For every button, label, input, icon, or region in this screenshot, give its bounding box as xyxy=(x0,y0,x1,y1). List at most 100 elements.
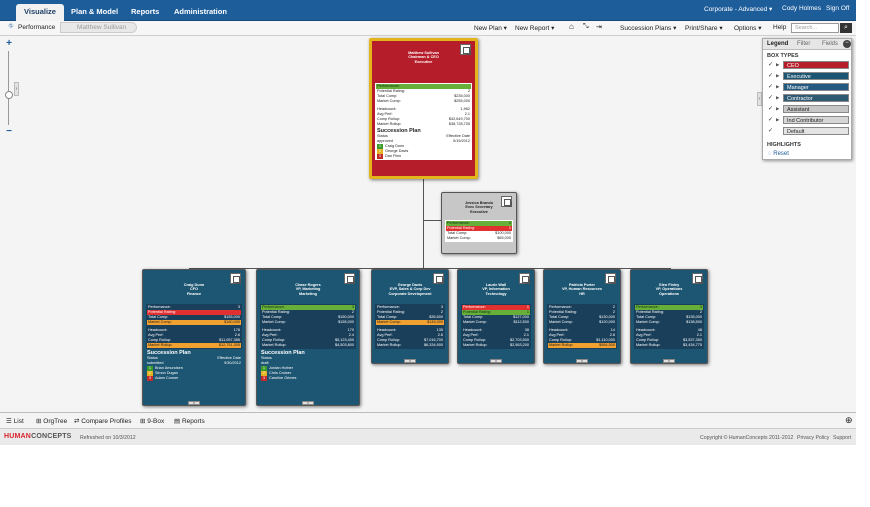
expand-arrow-icon[interactable]: ▶ xyxy=(776,73,779,79)
copyright-text: Copyright © HumanConcepts 2011-2012 xyxy=(700,435,794,441)
checkbox-icon[interactable]: ✓ xyxy=(768,61,773,68)
expand-arrow-icon[interactable]: ▶ xyxy=(776,106,779,112)
metric-row: Market Comp: $255,000 xyxy=(376,99,471,104)
tab-fields[interactable]: Fields xyxy=(822,41,838,47)
legend-item[interactable]: ✓ Default xyxy=(763,126,851,137)
org-card-executive[interactable]: George Davis EVP, Sales & Corp Dev Corpora… xyxy=(371,269,449,364)
org-chart-canvas[interactable]: + − › › Matthew Sullivan Chairman & CEO … xyxy=(0,36,856,412)
expand-arrow-icon[interactable]: ▶ xyxy=(776,117,779,123)
expand-children-icon[interactable]: ▾ xyxy=(490,359,502,363)
checkbox-icon[interactable]: ✓ xyxy=(768,116,773,123)
home-icon[interactable]: ⌂ xyxy=(569,22,574,31)
card-metrics: Performance: 2 Potential Rating: 2 Total Com… xyxy=(547,304,617,349)
tab-administration[interactable]: Administration xyxy=(166,4,235,21)
metric-value: $255,000 xyxy=(454,99,470,103)
card-menu-icon[interactable] xyxy=(460,44,471,55)
tab-plan-model[interactable]: Plan & Model xyxy=(63,4,126,21)
org-card-assistant[interactable]: Jessica Brando Exec Secretary Executive … xyxy=(441,192,517,254)
list-view-button[interactable]: ☰ List xyxy=(6,417,24,425)
legend-item[interactable]: ✓ ▶ Assistant xyxy=(763,104,851,115)
card-menu-icon[interactable] xyxy=(519,273,530,284)
expand-arrow-icon[interactable]: ▶ xyxy=(776,62,779,68)
close-icon[interactable]: − xyxy=(843,40,851,48)
compare-profiles-button[interactable]: ⇄ Compare Profiles xyxy=(74,417,131,425)
help-link[interactable]: Help xyxy=(773,24,786,31)
candidate-row[interactable]: 3 Adam Conner xyxy=(146,376,242,381)
search-input[interactable]: Search... xyxy=(791,23,839,33)
user-name-link[interactable]: Cody Holmes xyxy=(782,5,821,12)
add-view-icon[interactable]: ⊕ xyxy=(845,415,853,426)
succession-plans-menu[interactable]: Succession Plans ▾ xyxy=(620,24,676,32)
tab-filter[interactable]: Filter xyxy=(797,41,810,47)
print-share-menu[interactable]: Print/Share ▾ xyxy=(685,24,723,32)
reset-button[interactable]: ◌ Reset xyxy=(763,149,851,159)
legend-item[interactable]: ✓ ▶ CEO xyxy=(763,60,851,71)
card-menu-icon[interactable] xyxy=(344,273,355,284)
card-menu-icon[interactable] xyxy=(433,273,444,284)
org-selector[interactable]: Corporate - Advanced ▾ xyxy=(704,5,772,13)
card-menu-icon[interactable] xyxy=(501,196,512,207)
metric-value: 3 xyxy=(351,305,354,309)
org-card-executive[interactable]: Craig Dunn CFO Finance Performance: 3 Potenti… xyxy=(142,269,246,406)
metric-label: Market Comp: xyxy=(377,99,401,103)
reports-label: Reports xyxy=(181,418,205,425)
expand-children-icon[interactable]: ▾ xyxy=(188,401,200,405)
performance-dropdown[interactable]: Performance xyxy=(18,24,55,31)
metric-row: Market Comp: $65,000 xyxy=(446,236,512,241)
expand-children-icon[interactable]: ▾ xyxy=(404,359,416,363)
orgtree-view-button[interactable]: ⊞ OrgTree xyxy=(36,417,67,425)
card-menu-icon[interactable] xyxy=(605,273,616,284)
card-menu-icon[interactable] xyxy=(230,273,241,284)
metric-label: Avg Perf: xyxy=(636,333,652,337)
left-panel-toggle[interactable]: › xyxy=(14,82,19,96)
org-card-ceo[interactable]: Matthew Sullivan Chairman & CEO Executiv… xyxy=(369,38,478,179)
candidate-name: Chris Cruiser xyxy=(269,371,292,376)
zoom-track[interactable] xyxy=(8,51,9,125)
org-card-executive[interactable]: Chase Rogers VP, Marketing Marketing Perfor… xyxy=(256,269,360,406)
metric-row: Market Comp: $112,500 xyxy=(462,320,530,325)
new-report-button[interactable]: New Report ▾ xyxy=(515,24,554,32)
ninebox-view-button[interactable]: ⊞ 9-Box xyxy=(140,417,164,425)
metric-label: Headcount: xyxy=(377,107,397,111)
card-menu-icon[interactable] xyxy=(692,273,703,284)
support-link[interactable]: Support xyxy=(833,435,851,441)
tab-legend[interactable]: Legend xyxy=(767,41,788,47)
org-card-executive[interactable]: Glen Finley VP, Operations Operations Perfo… xyxy=(630,269,708,364)
zoom-in-icon[interactable]: + xyxy=(3,39,15,50)
metric-value: 2.1 xyxy=(696,333,702,337)
candidate-row[interactable]: 3 Caroline Grimes xyxy=(260,376,356,381)
search-icon[interactable]: ⌕ xyxy=(840,23,852,33)
export-icon[interactable]: ⇥ xyxy=(596,23,602,31)
expand-arrow-icon[interactable]: ▶ xyxy=(776,95,779,101)
checkbox-icon[interactable]: ✓ xyxy=(768,94,773,101)
breadcrumb[interactable]: Matthew Sullivan xyxy=(60,22,138,33)
org-card-executive[interactable]: Patricia Porter VP, Human Resources HR Perf… xyxy=(543,269,621,364)
legend-item[interactable]: ✓ ▶ Contractor xyxy=(763,93,851,104)
legend-item[interactable]: ✓ ▶ Ind Contributor xyxy=(763,115,851,126)
metric-value: 2.4 xyxy=(348,333,354,337)
candidate-name: Brian Amundsen xyxy=(155,366,183,371)
checkbox-icon[interactable]: ✓ xyxy=(768,105,773,112)
privacy-policy-link[interactable]: Privacy Policy xyxy=(797,435,829,441)
candidate-row[interactable]: 3 Dan Flinn xyxy=(376,154,471,159)
legend-item[interactable]: ✓ ▶ Executive xyxy=(763,71,851,82)
tab-visualize[interactable]: Visualize xyxy=(16,4,64,21)
expand-children-icon[interactable]: ▾ xyxy=(576,359,588,363)
reports-view-button[interactable]: ▤ Reports xyxy=(174,417,205,425)
checkbox-icon[interactable]: ✓ xyxy=(768,127,773,134)
checkbox-icon[interactable]: ✓ xyxy=(768,83,773,90)
sign-off-link[interactable]: Sign Off xyxy=(826,5,849,12)
new-plan-button[interactable]: New Plan ▾ xyxy=(474,24,507,32)
zoom-out-icon[interactable]: − xyxy=(3,127,15,138)
org-card-executive[interactable]: Laurie Wall VP, Information Technology Perf… xyxy=(457,269,535,364)
expand-children-icon[interactable]: ▾ xyxy=(302,401,314,405)
metric-row: Market Rollup: $2,563,200 xyxy=(462,343,530,348)
expand-children-icon[interactable]: ▾ xyxy=(663,359,675,363)
legend-item[interactable]: ✓ ▶ Manager xyxy=(763,82,851,93)
zoom-knob[interactable] xyxy=(5,91,13,99)
fit-screen-icon[interactable]: ⤡ xyxy=(583,23,589,31)
tab-reports[interactable]: Reports xyxy=(123,4,167,21)
checkbox-icon[interactable]: ✓ xyxy=(768,72,773,79)
options-menu[interactable]: Options ▾ xyxy=(734,24,761,32)
expand-arrow-icon[interactable]: ▶ xyxy=(776,84,779,90)
